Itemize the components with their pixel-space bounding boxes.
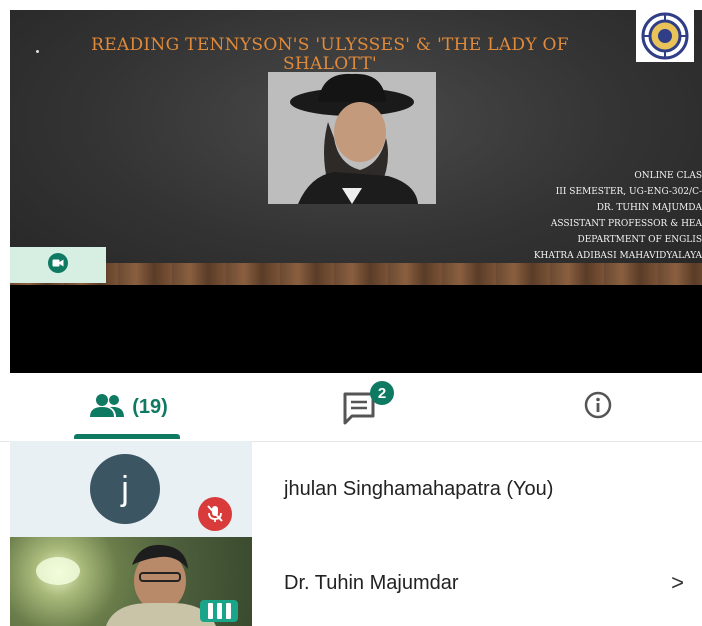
- self-video-tile[interactable]: j: [10, 441, 252, 537]
- info-icon: [584, 391, 612, 424]
- tab-people[interactable]: (19): [40, 373, 218, 441]
- credit-line: KHATRA ADIBASI MAHAVIDYALAYA: [533, 251, 702, 261]
- credit-line: ONLINE CLAS: [634, 171, 702, 181]
- credit-line: III SEMESTER, UG-ENG-302/C-: [555, 187, 702, 197]
- slide-title: READING TENNYSON'S 'ULYSSES' & 'THE LADY…: [91, 35, 569, 74]
- participant-row[interactable]: Dr. Tuhin Majumdar >: [252, 540, 702, 626]
- top-margin: [0, 0, 702, 10]
- participant-row-self[interactable]: jhulan Singhamahapatra (You): [252, 441, 702, 537]
- unread-badge: 2: [370, 381, 394, 405]
- video-camera-button[interactable]: [10, 247, 106, 283]
- credit-line: DEPARTMENT OF ENGLIS: [577, 235, 702, 245]
- credit-line: DR. TUHIN MAJUMDA: [596, 203, 702, 213]
- video-letterbox: [10, 285, 702, 373]
- avatar: j: [90, 454, 160, 524]
- credit-line: ASSISTANT PROFESSOR & HEA: [550, 219, 702, 229]
- participant-video-tile[interactable]: [10, 537, 252, 626]
- tab-info[interactable]: [528, 373, 668, 441]
- participant-count: (19): [132, 395, 168, 418]
- college-logo: [636, 10, 694, 62]
- meeting-tabs: (19) 2: [0, 373, 702, 442]
- slide-dot: [36, 50, 39, 53]
- video-camera-icon: [47, 252, 69, 279]
- participant-name: Dr. Tuhin Majumdar: [284, 571, 459, 594]
- presentation-slide: READING TENNYSON'S 'ULYSSES' & 'THE LADY…: [10, 10, 702, 285]
- active-tab-indicator: [74, 434, 180, 439]
- slide-credits: ONLINE CLAS III SEMESTER, UG-ENG-302/C- …: [442, 168, 702, 264]
- chevron-right-icon[interactable]: >: [671, 570, 684, 596]
- people-icon: [90, 393, 125, 422]
- speaking-indicator-icon: [200, 600, 238, 622]
- portrait-image: [268, 72, 436, 204]
- slide-floor: [10, 263, 702, 285]
- participant-name: jhulan Singhamahapatra (You): [284, 477, 554, 500]
- mic-off-icon: [198, 497, 232, 531]
- tab-chat[interactable]: 2: [290, 373, 440, 441]
